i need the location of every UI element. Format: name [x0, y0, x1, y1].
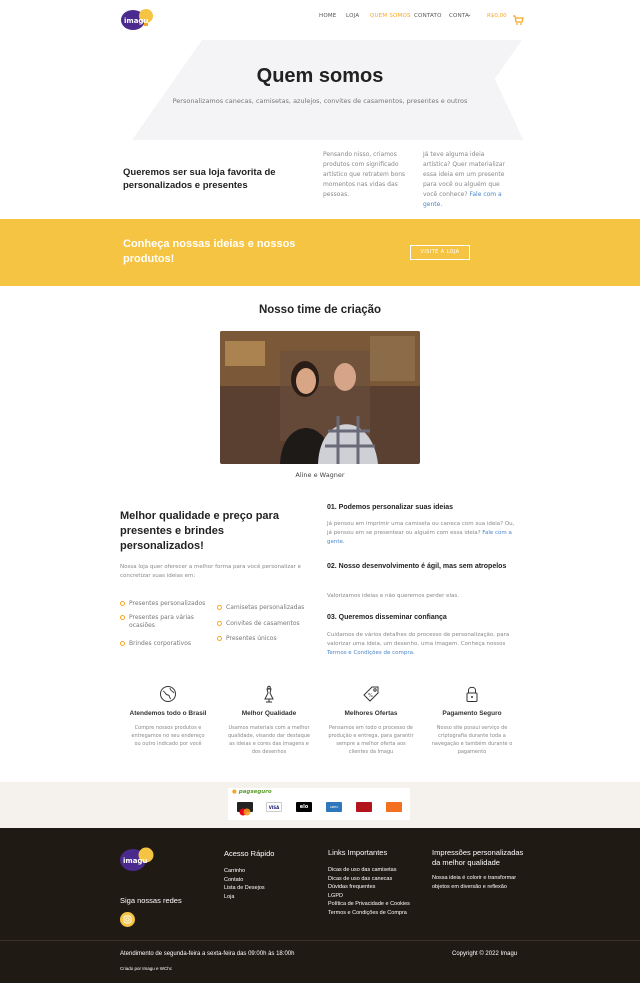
- bullet-icon: [120, 615, 125, 620]
- chevron-down-icon[interactable]: ⌄: [467, 12, 472, 18]
- elo-icon: elo: [296, 802, 312, 812]
- terms-link[interactable]: Termos e Condições de compra.: [327, 650, 415, 656]
- cart-icon[interactable]: [512, 10, 524, 25]
- footer-link-store[interactable]: Loja: [224, 893, 234, 902]
- intro-heading: Queremos ser sua loja favorita de person…: [123, 167, 276, 191]
- list-item: Convites de casamentos: [217, 620, 317, 628]
- mastercard-icon: [237, 802, 253, 816]
- feature-payment: Pagamento Seguro Nosso site possui servi…: [422, 685, 522, 756]
- pagseguro-logo: ● pagseguro: [232, 789, 272, 795]
- nav-contato[interactable]: CONTATO: [414, 13, 442, 19]
- faq-title-1: 01. Podemos personalizar suas ideias: [327, 504, 454, 511]
- faq-title-2: 02. Nosso desenvolvimento é ágil, mas se…: [327, 563, 507, 570]
- bullet-icon: [217, 621, 222, 626]
- feature-offers: % Melhores Ofertas Pensamos em todo o pr…: [321, 685, 421, 756]
- nav-home[interactable]: HOME: [319, 13, 337, 19]
- bullet-icon: [120, 641, 125, 646]
- footer-divider: [0, 940, 640, 941]
- quality-text: Nossa loja quer oferecer a melhor forma …: [120, 564, 302, 579]
- footer-about-text: Nossa ideia é colorir e transformar obje…: [432, 875, 517, 890]
- intro-text-1: Pensando nisso, criamos produtos com sig…: [323, 151, 406, 198]
- footer-about-title: Impressões personalizadas da melhor qual…: [432, 848, 524, 867]
- intro-text-2: Já teve alguma ideia artística? Quer mat…: [423, 151, 505, 208]
- banner-text: Conheça nossas ideias e nossos produtos!: [123, 238, 296, 265]
- faq-text-3: Cuidamos de vários detalhes do processo …: [327, 632, 510, 656]
- team-title: Nosso time de criação: [258, 304, 382, 316]
- hiper-icon: [386, 802, 402, 812]
- footer-link-wishlist[interactable]: Lista de Desejos: [224, 884, 265, 893]
- footer-link-mug-tips[interactable]: Dicas de uso das canecas: [328, 875, 392, 884]
- important-links-title: Links Importantes: [328, 848, 388, 857]
- hipercard-icon: [356, 802, 372, 812]
- svg-text:%: %: [368, 693, 373, 699]
- footer-link-contact[interactable]: Contato: [224, 876, 243, 885]
- site-logo[interactable]: imagu: [120, 6, 154, 32]
- credit: Criado por Imagu e WChc: [120, 966, 173, 971]
- site-footer: [0, 828, 640, 983]
- amex-icon: AMEX: [326, 802, 342, 812]
- list-item: Camisetas personalizadas: [217, 604, 317, 612]
- footer-link-tshirt-tips[interactable]: Dicas de uso das camisetas: [328, 866, 396, 875]
- footer-link-terms[interactable]: Termos e Condições de Compra: [328, 909, 407, 918]
- faq-text-2: Valorizamos ideias e não queremos perder…: [327, 593, 460, 599]
- list-item: Presentes para várias ocasiões: [120, 614, 212, 630]
- page-title: Quem somos: [256, 65, 384, 87]
- team-caption: Aline e Wagner: [295, 471, 345, 479]
- team-photo: [220, 331, 420, 464]
- bullet-icon: [120, 601, 125, 606]
- quick-access-title: Acesso Rápido: [224, 849, 275, 858]
- lock-icon: [463, 685, 481, 703]
- bullet-icon: [217, 636, 222, 641]
- list-item: Presentes únicos: [217, 635, 317, 643]
- dress-form-icon: [260, 685, 278, 703]
- cart-total[interactable]: R$0,00: [487, 13, 507, 19]
- quality-heading: Melhor qualidade e preço para presentes …: [120, 510, 279, 552]
- svg-text:imagu: imagu: [123, 857, 147, 865]
- price-tag-icon: %: [362, 685, 380, 703]
- faq-title-3: 03. Queremos disseminar confiança: [327, 614, 447, 621]
- page-subtitle: Personalizamos canecas, camisetas, azule…: [172, 97, 468, 105]
- copyright: Copyright © 2022 Imagu: [452, 951, 518, 957]
- nav-loja[interactable]: LOJA: [346, 13, 359, 19]
- footer-link-faq[interactable]: Dúvidas frequentes: [328, 883, 375, 892]
- globe-icon: [159, 685, 177, 703]
- nav-conta[interactable]: CONTA: [449, 13, 469, 19]
- business-hours: Atendimento de segunda-feira a sexta-fei…: [120, 951, 295, 957]
- svg-text:imagu: imagu: [124, 17, 148, 25]
- feature-shipping: Atendemos todo o Brasil Compre nossos pr…: [118, 685, 218, 748]
- footer-link-privacy[interactable]: Política de Privacidade e Cookies: [328, 900, 410, 909]
- bullet-icon: [217, 605, 222, 610]
- feature-quality: Melhor Qualidade Usamos materiais com a …: [219, 685, 319, 756]
- follow-label: Siga nossas redes: [120, 896, 182, 905]
- visit-store-button[interactable]: VISITE A LOJA: [410, 245, 470, 260]
- faq-text-1: Já pensou em imprimir uma camiseta ou ca…: [327, 521, 515, 545]
- list-item: Presentes personalizados: [120, 600, 212, 608]
- footer-link-cart[interactable]: Carrinho: [224, 867, 245, 876]
- nav-quem-somos[interactable]: QUEM SOMOS: [370, 13, 411, 19]
- visa-icon: VISA: [266, 802, 282, 812]
- footer-link-lgpd[interactable]: LGPD: [328, 892, 343, 901]
- instagram-icon[interactable]: [120, 912, 135, 927]
- list-item: Brindes corporativos: [120, 640, 212, 648]
- footer-logo[interactable]: imagu: [119, 845, 155, 873]
